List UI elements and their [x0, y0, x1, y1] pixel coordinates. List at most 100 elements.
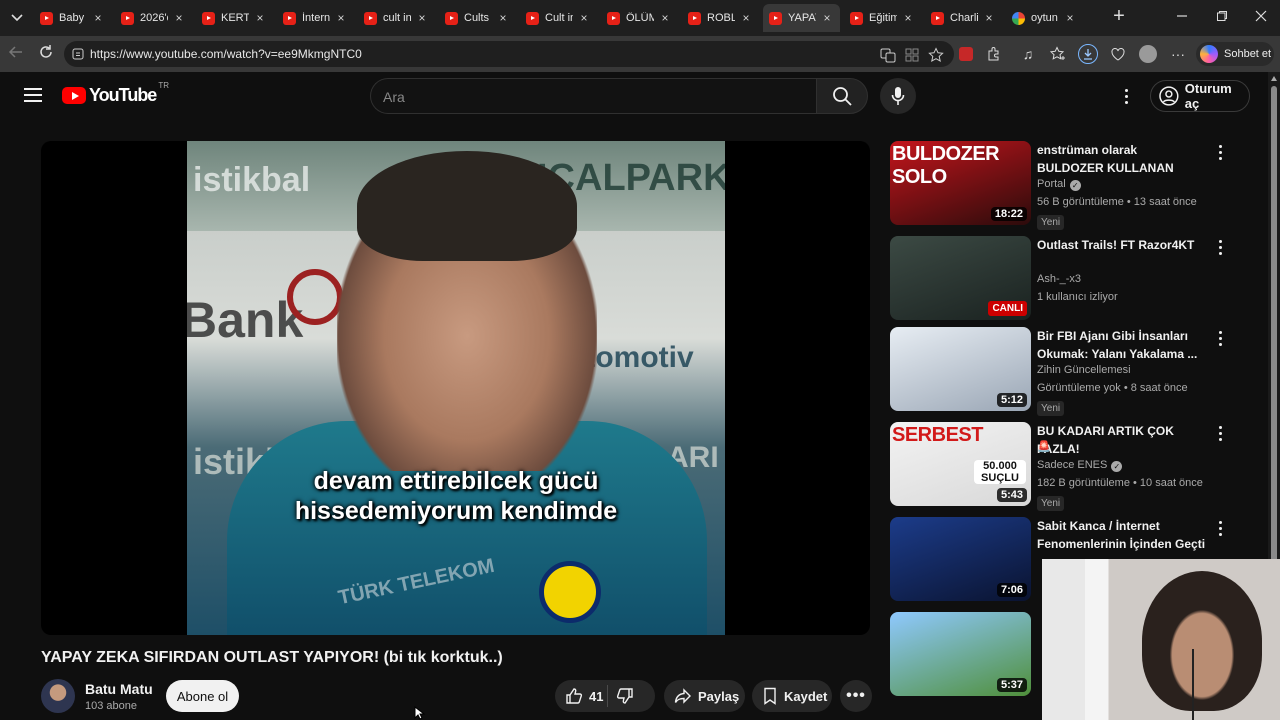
- downloads-icon[interactable]: [1078, 44, 1098, 64]
- tab-close-icon[interactable]: ×: [172, 11, 186, 25]
- tab-actions-menu-button[interactable]: [4, 5, 30, 31]
- youtube-logo[interactable]: YouTube TR: [62, 81, 169, 106]
- search-placeholder: Ara: [383, 89, 405, 105]
- video-thumbnail[interactable]: 5:37: [890, 612, 1031, 696]
- guide-menu-button[interactable]: [24, 88, 42, 102]
- reload-button[interactable]: [36, 44, 56, 64]
- maximize-button[interactable]: [1210, 6, 1234, 28]
- browser-tab[interactable]: oytun e ×: [1006, 4, 1083, 32]
- settings-menu-button[interactable]: [1116, 84, 1136, 108]
- browser-tab[interactable]: cult in a ×: [358, 4, 435, 32]
- extension-red-icon[interactable]: [956, 44, 976, 64]
- recommendation-channel[interactable]: Ash-_-x3: [1037, 273, 1081, 285]
- video-player[interactable]: istikbal ICALPARK Bank s Otomotiv istikb…: [41, 141, 870, 635]
- recommendation-title[interactable]: Outlast Trails! FT Razor4KT: [1037, 236, 1207, 254]
- browser-tab[interactable]: YAPAY Z ×: [763, 4, 840, 32]
- music-note-icon[interactable]: ♫: [1018, 44, 1038, 64]
- recommendation-menu-button[interactable]: [1217, 238, 1223, 256]
- sign-in-button[interactable]: Oturum aç: [1150, 80, 1250, 112]
- tab-close-icon[interactable]: ×: [1063, 11, 1077, 25]
- recommendation-menu-button[interactable]: [1217, 424, 1223, 442]
- recommendation-title[interactable]: BU KADARI ARTIK ÇOK FAZLA!: [1037, 422, 1207, 458]
- browser-tab[interactable]: Baby Cr ×: [34, 4, 111, 32]
- search-input[interactable]: Ara: [370, 78, 816, 114]
- close-window-button[interactable]: [1249, 6, 1273, 28]
- tab-close-icon[interactable]: ×: [577, 11, 591, 25]
- channel-name[interactable]: Batu Matu: [85, 681, 153, 697]
- favorites-icon[interactable]: [1048, 44, 1068, 64]
- video-thumbnail[interactable]: CANLI: [890, 236, 1031, 320]
- recommendation-menu-button[interactable]: [1217, 519, 1223, 537]
- video-thumbnail[interactable]: 5:12: [890, 327, 1031, 411]
- translate-icon[interactable]: [880, 47, 896, 63]
- share-button[interactable]: Paylaş: [664, 680, 745, 712]
- more-actions-button[interactable]: •••: [840, 680, 872, 712]
- webcam-overlay: [1042, 559, 1280, 720]
- browser-tab[interactable]: İnternet ×: [277, 4, 354, 32]
- tab-close-icon[interactable]: ×: [334, 11, 348, 25]
- headphone-cable: [1192, 649, 1194, 720]
- star-icon[interactable]: [928, 47, 944, 63]
- like-button[interactable]: 41: [555, 687, 603, 705]
- recommendation-item[interactable]: 5:12 Bir FBI Ajanı Gibi İnsanları Okumak:…: [890, 327, 1250, 416]
- save-button[interactable]: Kaydet: [752, 680, 832, 712]
- recommendation-menu-button[interactable]: [1217, 329, 1223, 347]
- recommendation-item[interactable]: BULDOZER SOLO 18:22 enstrüman olarak BULDO…: [890, 141, 1250, 230]
- tab-close-icon[interactable]: ×: [415, 11, 429, 25]
- url-text: https://www.youtube.com/watch?v=ee9MkmgN…: [90, 47, 362, 61]
- recommendation-title[interactable]: Sabit Kanca / İnternet Fenomenlerinin İç…: [1037, 517, 1207, 553]
- search-button[interactable]: [816, 78, 868, 114]
- close-icon: [1255, 10, 1267, 22]
- recommendation-title[interactable]: Bir FBI Ajanı Gibi İnsanları Okumak: Yal…: [1037, 327, 1207, 363]
- tab-close-icon[interactable]: ×: [820, 11, 834, 25]
- browser-menu-button[interactable]: ···: [1168, 44, 1188, 64]
- copilot-chat-button[interactable]: Sohbet et: [1196, 42, 1274, 66]
- channel-avatar[interactable]: [41, 679, 75, 713]
- tab-close-icon[interactable]: ×: [253, 11, 267, 25]
- browser-tab[interactable]: Eğitim S ×: [844, 4, 921, 32]
- recommendation-title[interactable]: enstrüman olarak BULDOZER KULLANAN DELİM…: [1037, 141, 1207, 177]
- recommendation-menu-button[interactable]: [1217, 143, 1223, 161]
- recommendation-channel[interactable]: Sadece ENES ✓: [1037, 459, 1123, 472]
- recommendation-meta: Görüntüleme yok • 8 saat önce: [1037, 382, 1188, 394]
- recommendation-channel[interactable]: Portal ✓: [1037, 178, 1081, 191]
- subscribe-button[interactable]: Abone ol: [166, 680, 239, 712]
- voice-search-button[interactable]: [880, 78, 916, 114]
- tab-close-icon[interactable]: ×: [901, 11, 915, 25]
- tab-label: oytun e: [1031, 12, 1059, 24]
- new-tab-button[interactable]: +: [1108, 6, 1130, 28]
- video-thumbnail[interactable]: 7:06: [890, 517, 1031, 601]
- minimize-button[interactable]: [1170, 6, 1194, 28]
- scroll-up-arrow-icon[interactable]: [1271, 76, 1277, 81]
- url-field[interactable]: https://www.youtube.com/watch?v=ee9MkmgN…: [64, 41, 954, 67]
- apps-icon[interactable]: [904, 47, 920, 63]
- browser-tab[interactable]: Cults in ×: [439, 4, 516, 32]
- recommendation-item[interactable]: SERBEST 50.000 SUÇLU 5:43 BU KADARI ARTIK Ç…: [890, 422, 1250, 511]
- tab-close-icon[interactable]: ×: [739, 11, 753, 25]
- browser-essentials-icon[interactable]: [1108, 44, 1128, 64]
- video-thumbnail[interactable]: SERBEST 50.000 SUÇLU 5:43: [890, 422, 1031, 506]
- video-thumbnail[interactable]: BULDOZER SOLO 18:22: [890, 141, 1031, 225]
- tab-close-icon[interactable]: ×: [91, 11, 105, 25]
- browser-tab[interactable]: Cult in a ×: [520, 4, 597, 32]
- recommendation-item[interactable]: CANLI Outlast Trails! FT Razor4KT Ash-_-x3…: [890, 236, 1250, 324]
- tab-close-icon[interactable]: ×: [982, 11, 996, 25]
- tab-label: 2026'da: [140, 12, 168, 24]
- tab-close-icon[interactable]: ×: [496, 11, 510, 25]
- menu-icon-bar: [24, 88, 42, 90]
- back-button[interactable]: [6, 44, 26, 64]
- tab-close-icon[interactable]: ×: [658, 11, 672, 25]
- browser-tab[interactable]: KERTB 1 ×: [196, 4, 273, 32]
- dot: [1124, 94, 1128, 98]
- youtube-favicon-icon: [850, 11, 863, 25]
- recommendation-channel[interactable]: Zihin Güncellemesi: [1037, 364, 1131, 376]
- browser-tab[interactable]: 2026'da ×: [115, 4, 192, 32]
- profile-avatar-icon[interactable]: [1138, 44, 1158, 64]
- browser-tab[interactable]: ROBLOX ×: [682, 4, 759, 32]
- browser-tab[interactable]: ÖLÜM S ×: [601, 4, 678, 32]
- tab-label: Charlie: [950, 12, 978, 24]
- extensions-puzzle-icon[interactable]: [984, 44, 1004, 64]
- dislike-button[interactable]: [612, 687, 644, 705]
- site-info-icon[interactable]: [71, 47, 85, 61]
- browser-tab[interactable]: Charlie ×: [925, 4, 1002, 32]
